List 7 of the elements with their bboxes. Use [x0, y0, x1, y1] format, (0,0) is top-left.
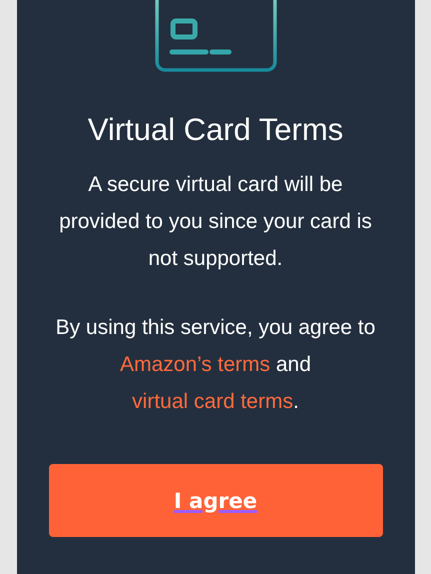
message-text: A secure virtual card will be provided to you since your card is not supported.	[58, 172, 373, 272]
agree-button[interactable]: I agree	[48, 464, 382, 537]
card-icon	[154, 0, 276, 74]
virtual-card-terms-link[interactable]: virtual card terms	[132, 390, 294, 413]
dialog-title: Virtual Card Terms	[88, 112, 344, 148]
amazon-terms-link[interactable]: Amazon’s terms	[120, 353, 270, 376]
terms-text: By using this service, you agree to Amazon’s terms and virtual card terms.	[54, 315, 376, 415]
